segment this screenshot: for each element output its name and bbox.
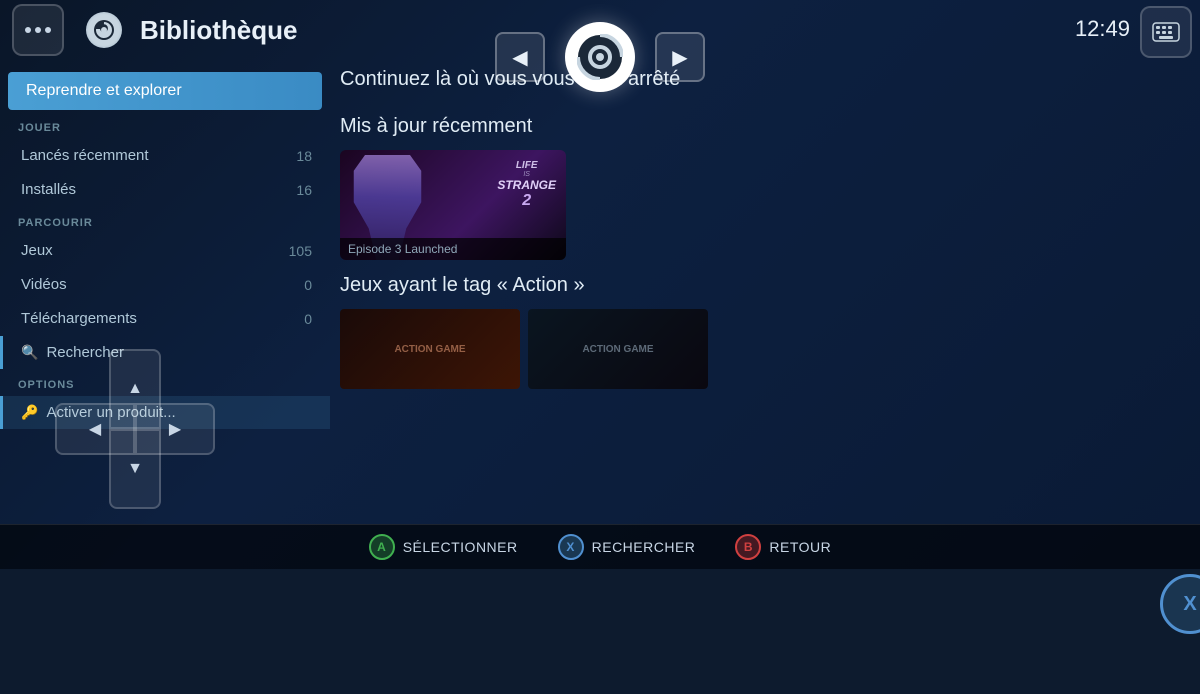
- sidebar-item-installed-label: Installés: [21, 181, 76, 198]
- lis2-episode-label: Episode 3 Launched: [340, 238, 566, 260]
- search-icon: 🔍: [21, 344, 38, 361]
- nav-controls: ◀ ▶: [495, 22, 705, 92]
- menu-button[interactable]: [12, 4, 64, 56]
- sidebar-item-continue[interactable]: Reprendre et explorer: [8, 72, 322, 110]
- sidebar-item-lances[interactable]: Lancés récemment 18: [0, 139, 330, 172]
- dpad-vertical: ▲ ▼: [109, 349, 161, 509]
- action-tag-section: Jeux ayant le tag « Action » ACTION GAME…: [340, 274, 1180, 389]
- dpad-up-button[interactable]: ▲: [109, 349, 161, 429]
- page-title: Bibliothèque: [140, 15, 297, 46]
- steam-logo: [86, 12, 122, 48]
- sidebar-item-jeux[interactable]: Jeux 105: [0, 234, 330, 267]
- action-game-card-2[interactable]: ACTION GAME: [528, 309, 708, 389]
- sidebar-item-downloads-count: 0: [304, 311, 312, 327]
- sidebar-item-downloads-label: Téléchargements: [21, 310, 137, 327]
- action-game-card-1[interactable]: ACTION GAME: [340, 309, 520, 389]
- steam-center-icon: [577, 34, 623, 80]
- keyboard-button[interactable]: [1140, 6, 1192, 58]
- game-card-lis2-updated[interactable]: LIFE IS STRANGE 2 Episode 3 Launched: [340, 150, 566, 260]
- bottom-back-label: RETOUR: [769, 539, 831, 555]
- menu-dots-icon: [25, 27, 51, 33]
- bottom-action-select[interactable]: A SÉLECTIONNER: [369, 534, 518, 560]
- sidebar-item-jeux-label: Jeux: [21, 242, 53, 259]
- header: Bibliothèque ◀ ▶ 12:49: [0, 0, 1200, 60]
- sidebar-item-installed-count: 16: [296, 182, 312, 198]
- sidebar-item-installed[interactable]: Installés 16: [0, 173, 330, 206]
- sidebar-item-videos-label: Vidéos: [21, 276, 67, 293]
- nav-prev-button[interactable]: ◀: [495, 32, 545, 82]
- sidebar-item-downloads[interactable]: Téléchargements 0: [0, 302, 330, 335]
- action-games-row: ACTION GAME ACTION GAME: [340, 309, 1180, 389]
- action-tag-title: Jeux ayant le tag « Action »: [340, 274, 1180, 297]
- dpad-container: ◀ ▶ ▲ ▼: [55, 349, 215, 509]
- dpad: ◀ ▶ ▲ ▼: [55, 349, 215, 509]
- bottom-action-back[interactable]: B RETOUR: [735, 534, 831, 560]
- bottom-bar: A SÉLECTIONNER X RECHERCHER B RETOUR: [0, 524, 1200, 569]
- key-icon: 🔑: [21, 404, 38, 421]
- time-display: 12:49: [1075, 16, 1130, 42]
- bottom-search-label: RECHERCHER: [592, 539, 696, 555]
- gamepad-x-button[interactable]: X: [1160, 574, 1200, 634]
- bottom-btn-b: B: [735, 534, 761, 560]
- bottom-btn-a: A: [369, 534, 395, 560]
- recently-updated-section: Mis à jour récemment LIFE IS STRANGE 2 E…: [340, 115, 1180, 260]
- steam-icon: [93, 19, 115, 41]
- content-area: Continuez là où vous vous étiez arrêté L…: [330, 60, 1200, 524]
- sidebar-section-parcourir: PARCOURIR: [0, 207, 330, 233]
- continue-section-title: Continuez là où vous vous étiez arrêté: [340, 68, 1180, 91]
- nav-next-button[interactable]: ▶: [655, 32, 705, 82]
- recently-updated-row: LIFE IS STRANGE 2 Episode 3 Launched: [340, 150, 1180, 260]
- keyboard-icon: [1152, 22, 1180, 42]
- bottom-action-search[interactable]: X RECHERCHER: [558, 534, 696, 560]
- sidebar-item-videos-count: 0: [304, 277, 312, 293]
- bottom-btn-x: X: [558, 534, 584, 560]
- header-left: Bibliothèque: [12, 4, 297, 56]
- recently-updated-title: Mis à jour récemment: [340, 115, 1180, 138]
- sidebar-item-lances-count: 18: [296, 148, 312, 164]
- sidebar-section-jouer: JOUER: [0, 112, 330, 138]
- steam-center-logo[interactable]: [565, 22, 635, 92]
- sidebar-item-videos[interactable]: Vidéos 0: [0, 268, 330, 301]
- bottom-select-label: SÉLECTIONNER: [403, 539, 518, 555]
- dpad-down-button[interactable]: ▼: [109, 429, 161, 509]
- sidebar-item-jeux-count: 105: [289, 243, 312, 259]
- sidebar-item-lances-label: Lancés récemment: [21, 147, 149, 164]
